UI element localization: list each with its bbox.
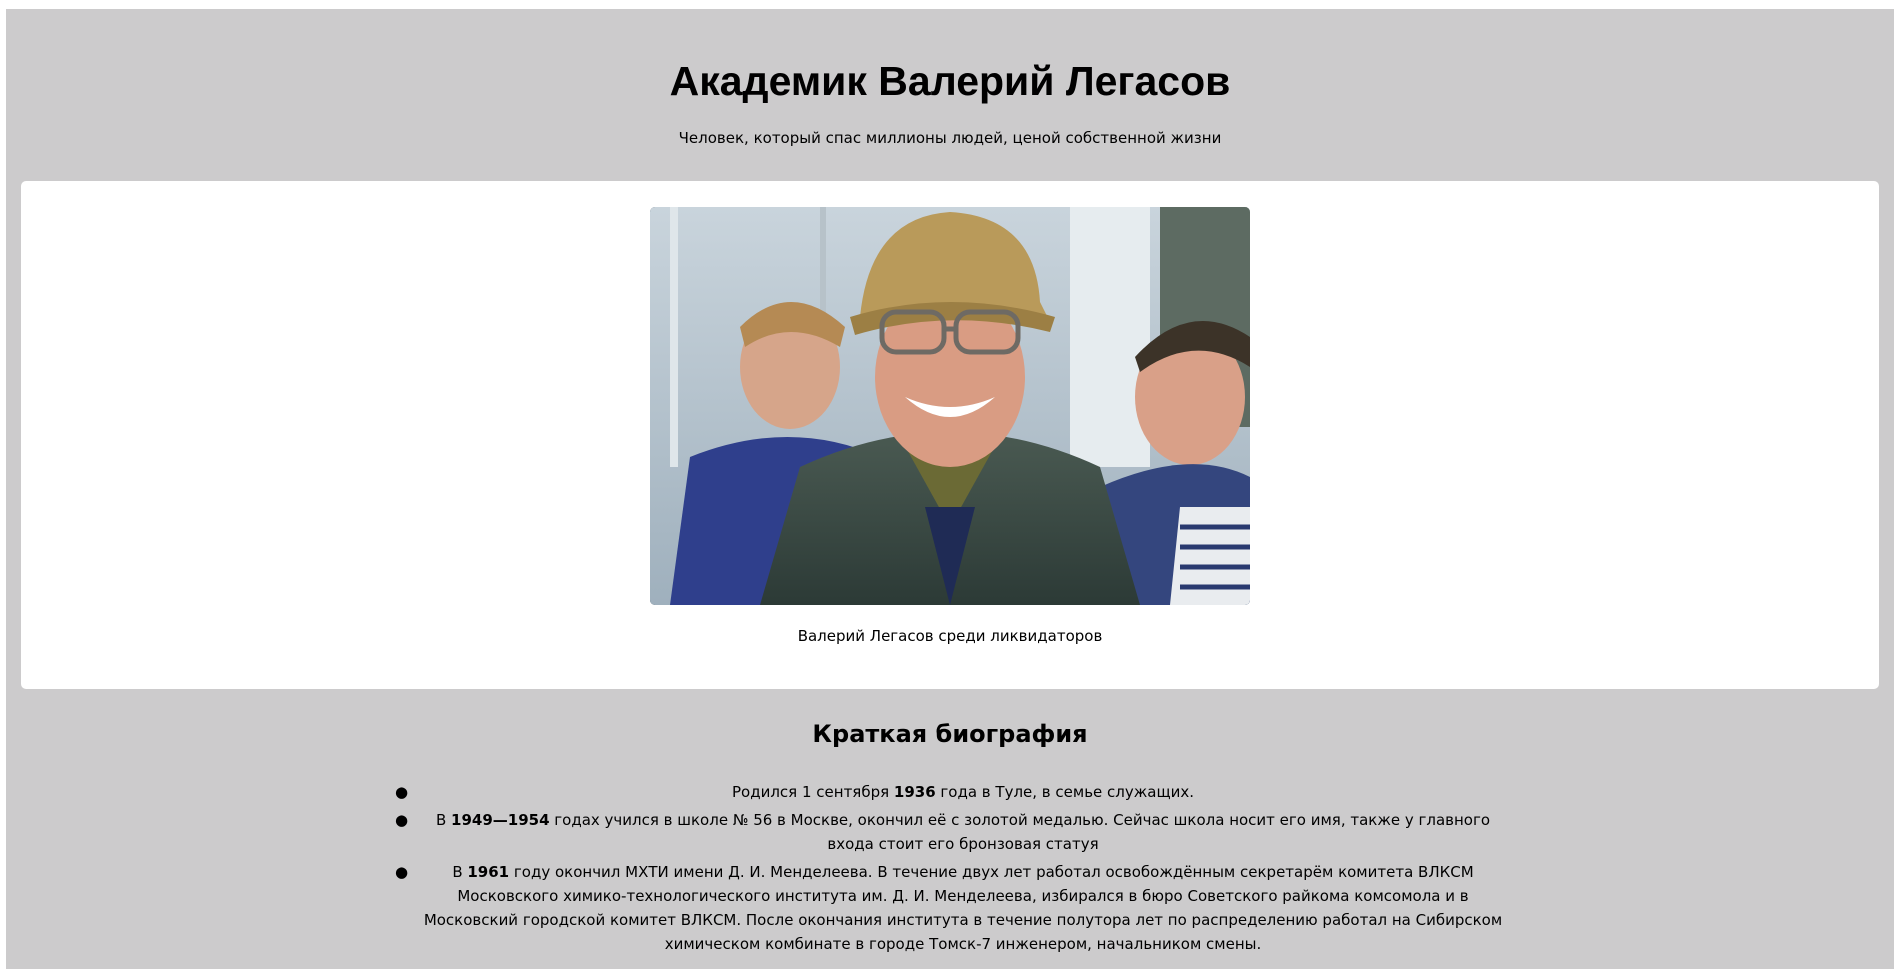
page-subtitle: Человек, который спас миллионы людей, це… [678,129,1222,147]
page-title: Академик Валерий Легасов [669,58,1231,104]
biography-list: ● Родился 1 сентября 1936 года в Туле, в… [395,780,1528,960]
page: Академик Валерий Легасов Человек, которы… [6,9,1894,969]
list-item-text: Родился 1 сентября [732,783,894,801]
photo-caption: Валерий Легасов среди ликвидаторов [797,627,1103,645]
bullet-icon: ● [395,811,409,829]
list-item: ● В 1961 году окончил МХТИ имени Д. И. М… [395,860,1528,956]
list-item-text: В [452,863,468,881]
list-item-text: В [435,811,452,829]
list-item-year: 1961 [467,863,510,881]
list-item-text: годах учился в школе № 56 в Москве, окон… [549,811,1491,853]
photo-card: Валерий Легасов среди ликвидаторов [21,181,1879,689]
biography-heading: Краткая биография [812,720,1088,748]
list-item-text: году окончил МХТИ имени Д. И. Менделеева… [423,863,1503,953]
list-item-year: 1936 [893,783,936,801]
list-item: ● В 1949—1954 годах учился в школе № 56 … [395,808,1528,856]
legasov-photo [650,207,1250,605]
list-item-text: года в Туле, в семье служащих. [935,783,1194,801]
bullet-icon: ● [395,783,409,801]
list-item-year: 1949—1954 [451,811,550,829]
bullet-icon: ● [395,863,409,881]
list-item: ● Родился 1 сентября 1936 года в Туле, в… [395,780,1528,804]
